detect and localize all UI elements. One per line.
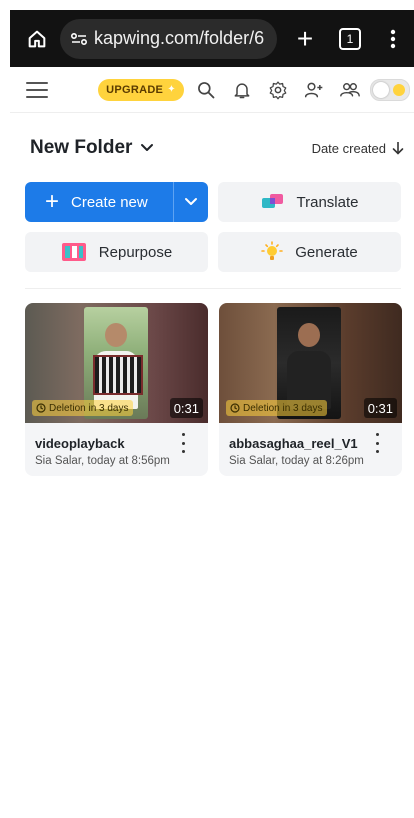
kebab-menu-icon[interactable]	[372, 433, 382, 453]
sort-control[interactable]: Date created	[312, 141, 404, 156]
site-settings-icon[interactable]	[68, 28, 90, 50]
translate-label: Translate	[296, 193, 359, 211]
video-thumbnail[interactable]: Deletion in 3 days 0:31	[25, 303, 208, 423]
person-head	[298, 323, 320, 347]
create-new-button: + Create new	[25, 182, 208, 222]
chevron-down-icon	[185, 198, 197, 205]
chevron-down-icon[interactable]	[140, 143, 154, 153]
sun-icon	[393, 83, 405, 96]
create-new-label: Create new	[71, 193, 148, 211]
generate-label: Generate	[295, 243, 358, 261]
clock-icon	[230, 403, 240, 413]
gear-icon[interactable]	[260, 72, 296, 108]
deletion-badge: Deletion in 3 days	[226, 400, 327, 416]
duration-badge: 0:31	[169, 398, 203, 418]
browser-bar: kapwing.com/folder/6 + 1	[10, 10, 414, 67]
upgrade-label: UPGRADE	[106, 83, 164, 96]
repurpose-label: Repurpose	[98, 243, 173, 261]
app-toolbar: UPGRADE ✦	[10, 67, 414, 113]
url-text: kapwing.com/folder/6	[94, 28, 265, 48]
team-icon[interactable]	[332, 72, 368, 108]
lightbulb-icon	[261, 241, 284, 263]
add-user-icon[interactable]	[296, 72, 332, 108]
create-options-button[interactable]	[173, 182, 208, 222]
deletion-badge: Deletion in 3 days	[32, 400, 133, 416]
translate-icon	[261, 192, 285, 212]
project-meta: Sia Salar, today at 8:56pm	[35, 455, 170, 467]
hamburger-menu-icon[interactable]	[26, 81, 48, 98]
duration-badge: 0:31	[363, 398, 397, 418]
theme-toggle[interactable]	[370, 78, 410, 101]
sparkle-icon: ✦	[167, 84, 176, 95]
upgrade-button[interactable]: UPGRADE ✦	[98, 78, 184, 101]
generate-button[interactable]: Generate	[218, 232, 401, 272]
tab-count: 1	[339, 27, 361, 50]
new-tab-icon[interactable]: +	[285, 19, 325, 59]
arrow-down-icon	[392, 141, 404, 155]
person-head	[105, 323, 127, 347]
search-icon[interactable]	[188, 72, 224, 108]
home-icon[interactable]	[20, 22, 54, 56]
create-new-main[interactable]: + Create new	[25, 182, 173, 222]
kebab-menu-icon[interactable]	[178, 433, 188, 453]
folder-header: New Folder Date created	[30, 136, 404, 160]
project-card[interactable]: Deletion in 3 days 0:31 abbasaghaa_reel_…	[219, 303, 402, 476]
deletion-text: Deletion in 3 days	[49, 402, 129, 414]
project-title[interactable]: videoplayback	[35, 436, 125, 451]
repurpose-button[interactable]: Repurpose	[25, 232, 208, 272]
address-bar[interactable]: kapwing.com/folder/6	[60, 18, 277, 59]
repurpose-icon	[61, 242, 87, 262]
sort-label: Date created	[311, 140, 386, 156]
divider	[25, 288, 401, 289]
folder-title[interactable]: New Folder	[30, 137, 132, 159]
plus-icon: +	[45, 188, 60, 215]
project-title[interactable]: abbasaghaa_reel_V1	[229, 436, 358, 451]
project-meta: Sia Salar, today at 8:26pm	[229, 455, 364, 467]
tab-switcher-button[interactable]: 1	[325, 19, 365, 59]
video-thumbnail[interactable]: Deletion in 3 days 0:31	[219, 303, 402, 423]
translate-button[interactable]: Translate	[218, 182, 401, 222]
project-card[interactable]: Deletion in 3 days 0:31 videoplayback Si…	[25, 303, 208, 476]
accordion-graphic	[93, 355, 143, 395]
toggle-knob	[373, 81, 389, 98]
deletion-text: Deletion in 3 days	[243, 402, 323, 414]
clock-icon	[36, 403, 46, 413]
browser-menu-icon[interactable]	[373, 19, 413, 59]
bell-icon[interactable]	[224, 72, 260, 108]
